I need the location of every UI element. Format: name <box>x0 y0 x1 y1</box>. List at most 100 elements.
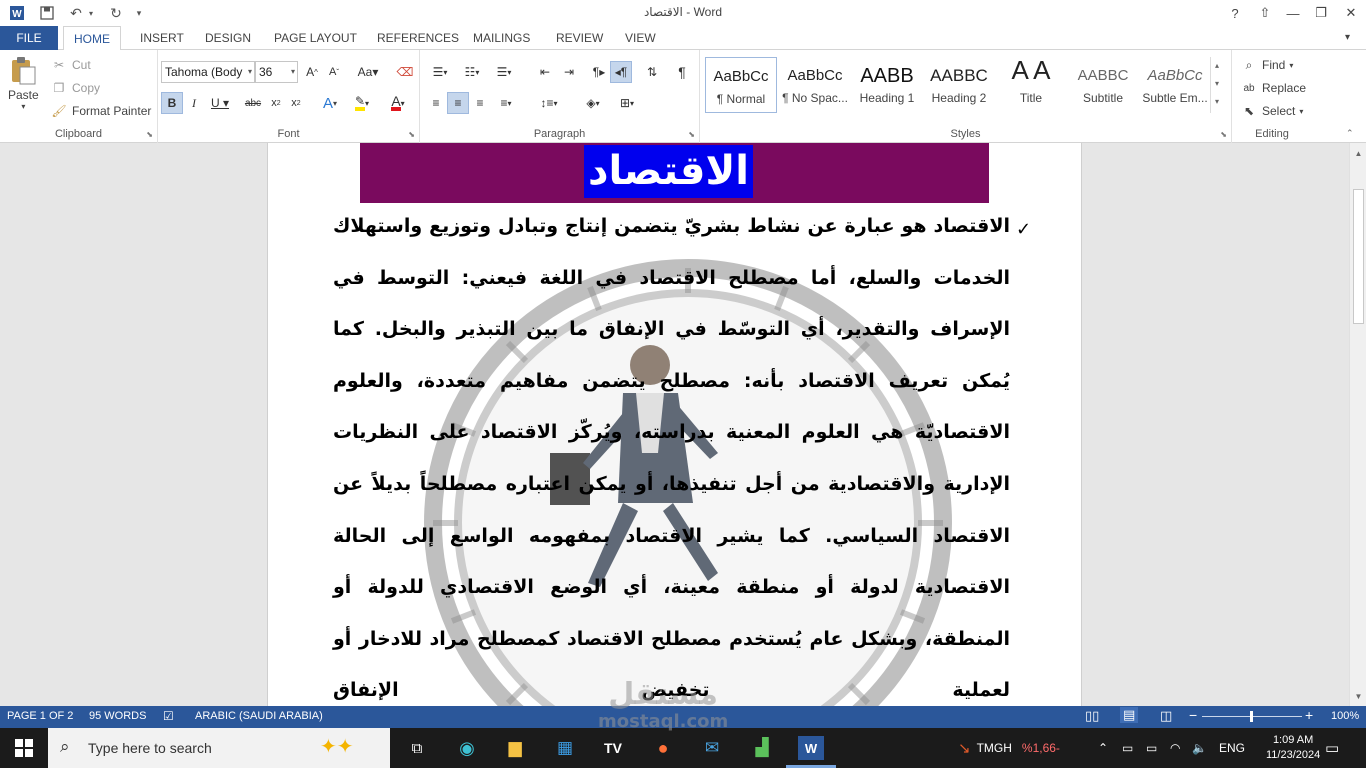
shrink-font-icon[interactable]: Aˇ <box>323 61 345 83</box>
web-layout-icon[interactable]: ◫ <box>1160 708 1172 724</box>
ltr-direction-icon[interactable]: ¶▸ <box>588 61 610 83</box>
task-view-icon[interactable]: ⧉ <box>405 736 429 760</box>
zoom-level[interactable]: 100% <box>1331 710 1359 722</box>
input-language[interactable]: ENG <box>1219 728 1245 768</box>
bold-button[interactable]: B <box>161 92 183 114</box>
select-button[interactable]: ⬉ Select ▾ <box>1240 102 1303 120</box>
battery-icon[interactable]: ▭ <box>1146 728 1157 768</box>
styles-scroll[interactable]: ▴ ▾ ▾ <box>1210 57 1223 113</box>
change-case-icon[interactable]: Aa▾ <box>353 61 383 83</box>
scroll-thumb[interactable] <box>1353 189 1364 324</box>
meet-now-icon[interactable]: ▭ <box>1122 728 1133 768</box>
stock-ticker[interactable]: ↘ TMGH %1,66- <box>958 728 1060 768</box>
tradingview-icon[interactable]: TV <box>601 736 625 760</box>
strikethrough-button[interactable]: abc <box>240 92 266 114</box>
clear-formatting-icon[interactable]: ⌫ <box>394 61 416 83</box>
font-launcher-icon[interactable]: ⬊ <box>408 130 415 139</box>
file-explorer-icon[interactable]: ▆ <box>503 736 527 760</box>
show-hidden-icons[interactable]: ⌃ <box>1098 728 1108 768</box>
paragraph-launcher-icon[interactable]: ⬊ <box>688 130 695 139</box>
justify-icon[interactable]: ≡ ▾ <box>491 92 521 114</box>
font-size-combo[interactable]: 36 ▾ <box>255 61 298 83</box>
scroll-down-icon[interactable]: ▼ <box>1350 688 1366 705</box>
align-center-icon[interactable]: ≡ <box>447 92 469 114</box>
user-account[interactable]: ▾ ☺ <box>1335 26 1366 67</box>
word-taskbar-icon[interactable]: W <box>798 736 824 760</box>
help-button[interactable]: ? <box>1220 0 1250 26</box>
font-color-icon[interactable]: A ▾ <box>384 92 412 114</box>
zoom-in-icon[interactable]: + <box>1305 707 1313 723</box>
vertical-scrollbar[interactable]: ▲ ▼ <box>1349 143 1366 706</box>
print-layout-icon[interactable]: ▤ <box>1120 707 1139 723</box>
tab-file[interactable]: FILE <box>0 26 58 50</box>
microsoft-store-icon[interactable]: ▦ <box>553 736 577 760</box>
document-body-text[interactable]: الاقتصاد هو عبارة عن نشاط بشريّ يتضمن إن… <box>333 201 1010 706</box>
tab-mailings[interactable]: MAILINGS <box>463 26 540 50</box>
font-family-combo[interactable]: Tahoma (Body ▾ <box>161 61 255 83</box>
tab-page-layout[interactable]: PAGE LAYOUT <box>264 26 367 50</box>
style-no-spacing[interactable]: AaBbCc ¶ No Spac... <box>779 57 851 113</box>
format-painter-button[interactable]: 🖌 Format Painter <box>50 102 151 120</box>
italic-button[interactable]: I <box>183 92 205 114</box>
ribbon-display-options-button[interactable]: ⇧ <box>1250 0 1280 26</box>
sort-icon[interactable]: ⇅ <box>641 61 663 83</box>
tab-view[interactable]: VIEW <box>615 26 666 50</box>
paste-button[interactable]: Paste ▾ <box>8 56 39 111</box>
cut-button[interactable]: ✂ Cut <box>50 56 91 74</box>
align-right-icon[interactable]: ≡ <box>469 92 491 114</box>
style-heading-2[interactable]: AABBC Heading 2 <box>923 57 995 113</box>
tab-references[interactable]: REFERENCES <box>367 26 469 50</box>
read-mode-icon[interactable]: ▯▯ <box>1085 708 1099 724</box>
clock[interactable]: 1:09 AM 11/23/2024 <box>1266 728 1320 768</box>
text-effects-icon[interactable]: A ▾ <box>316 92 344 114</box>
document-page[interactable]: الاقتصاد ✓ الاقتصاد هو عبارة عن نشاط بشر… <box>267 143 1082 706</box>
line-spacing-icon[interactable]: ↕≡ ▾ <box>534 92 564 114</box>
subscript-button[interactable]: x2 <box>265 92 287 114</box>
maximize-button[interactable]: ❐ <box>1306 0 1336 26</box>
taskbar-search-box[interactable]: ⌕ Type here to search ✦✦ <box>48 728 390 768</box>
superscript-button[interactable]: x2 <box>285 92 307 114</box>
zoom-out-icon[interactable]: − <box>1189 707 1197 723</box>
style-title[interactable]: A A Title <box>995 57 1067 113</box>
copy-button[interactable]: ❐ Copy <box>50 79 100 97</box>
word-count[interactable]: 95 WORDS <box>89 710 146 722</box>
rtl-direction-icon[interactable]: ◂¶ <box>610 61 632 83</box>
style-subtle-emphasis[interactable]: AaBbCc Subtle Em... <box>1139 57 1211 113</box>
align-left-icon[interactable]: ≡ <box>425 92 447 114</box>
find-button[interactable]: ⌕ Find ▾ <box>1240 56 1294 74</box>
tab-home[interactable]: HOME <box>63 26 121 51</box>
proofing-icon[interactable]: ☑ <box>163 709 174 723</box>
tab-design[interactable]: DESIGN <box>195 26 261 50</box>
replace-button[interactable]: ab Replace <box>1240 79 1306 97</box>
firefox-icon[interactable]: ● <box>651 736 675 760</box>
numbering-icon[interactable]: ☷ ▾ <box>458 61 486 83</box>
document-title[interactable]: الاقتصاد <box>584 145 753 198</box>
shading-icon[interactable]: ◈ ▾ <box>578 92 608 114</box>
multilevel-list-icon[interactable]: ☰ ▾ <box>490 61 518 83</box>
minimize-button[interactable]: — <box>1278 0 1308 26</box>
grow-font-icon[interactable]: A ^ <box>301 61 323 83</box>
windows-start-icon[interactable] <box>12 736 36 760</box>
stocks-app-icon[interactable]: ▟ <box>750 736 774 760</box>
collapse-ribbon-icon[interactable]: ⌃ <box>1346 128 1354 139</box>
edge-browser-icon[interactable]: ◉ <box>455 736 479 760</box>
style-subtitle[interactable]: AABBC Subtitle <box>1067 57 1139 113</box>
notifications-icon[interactable]: ▭ <box>1325 728 1339 768</box>
scroll-up-icon[interactable]: ▲ <box>1350 145 1366 162</box>
clipboard-launcher-icon[interactable]: ⬊ <box>146 130 153 139</box>
borders-icon[interactable]: ⊞ ▾ <box>612 92 642 114</box>
show-formatting-icon[interactable]: ¶ <box>671 61 693 83</box>
highlight-color-icon[interactable]: ✎ ▾ <box>348 92 376 114</box>
style-heading-1[interactable]: AABB Heading 1 <box>851 57 923 113</box>
page-count[interactable]: PAGE 1 OF 2 <box>7 710 73 722</box>
tab-insert[interactable]: INSERT <box>130 26 194 50</box>
mail-icon[interactable]: ✉ <box>700 736 724 760</box>
underline-button[interactable]: U ▾ <box>205 92 235 114</box>
wifi-icon[interactable]: ◠ <box>1170 728 1180 768</box>
decrease-indent-icon[interactable]: ⇤ <box>534 61 556 83</box>
volume-icon[interactable]: 🔈 <box>1192 728 1207 768</box>
increase-indent-icon[interactable]: ⇥ <box>558 61 580 83</box>
close-button[interactable]: ✕ <box>1336 0 1366 26</box>
language-indicator[interactable]: ARABIC (SAUDI ARABIA) <box>195 710 323 722</box>
zoom-slider-thumb[interactable] <box>1250 711 1253 722</box>
